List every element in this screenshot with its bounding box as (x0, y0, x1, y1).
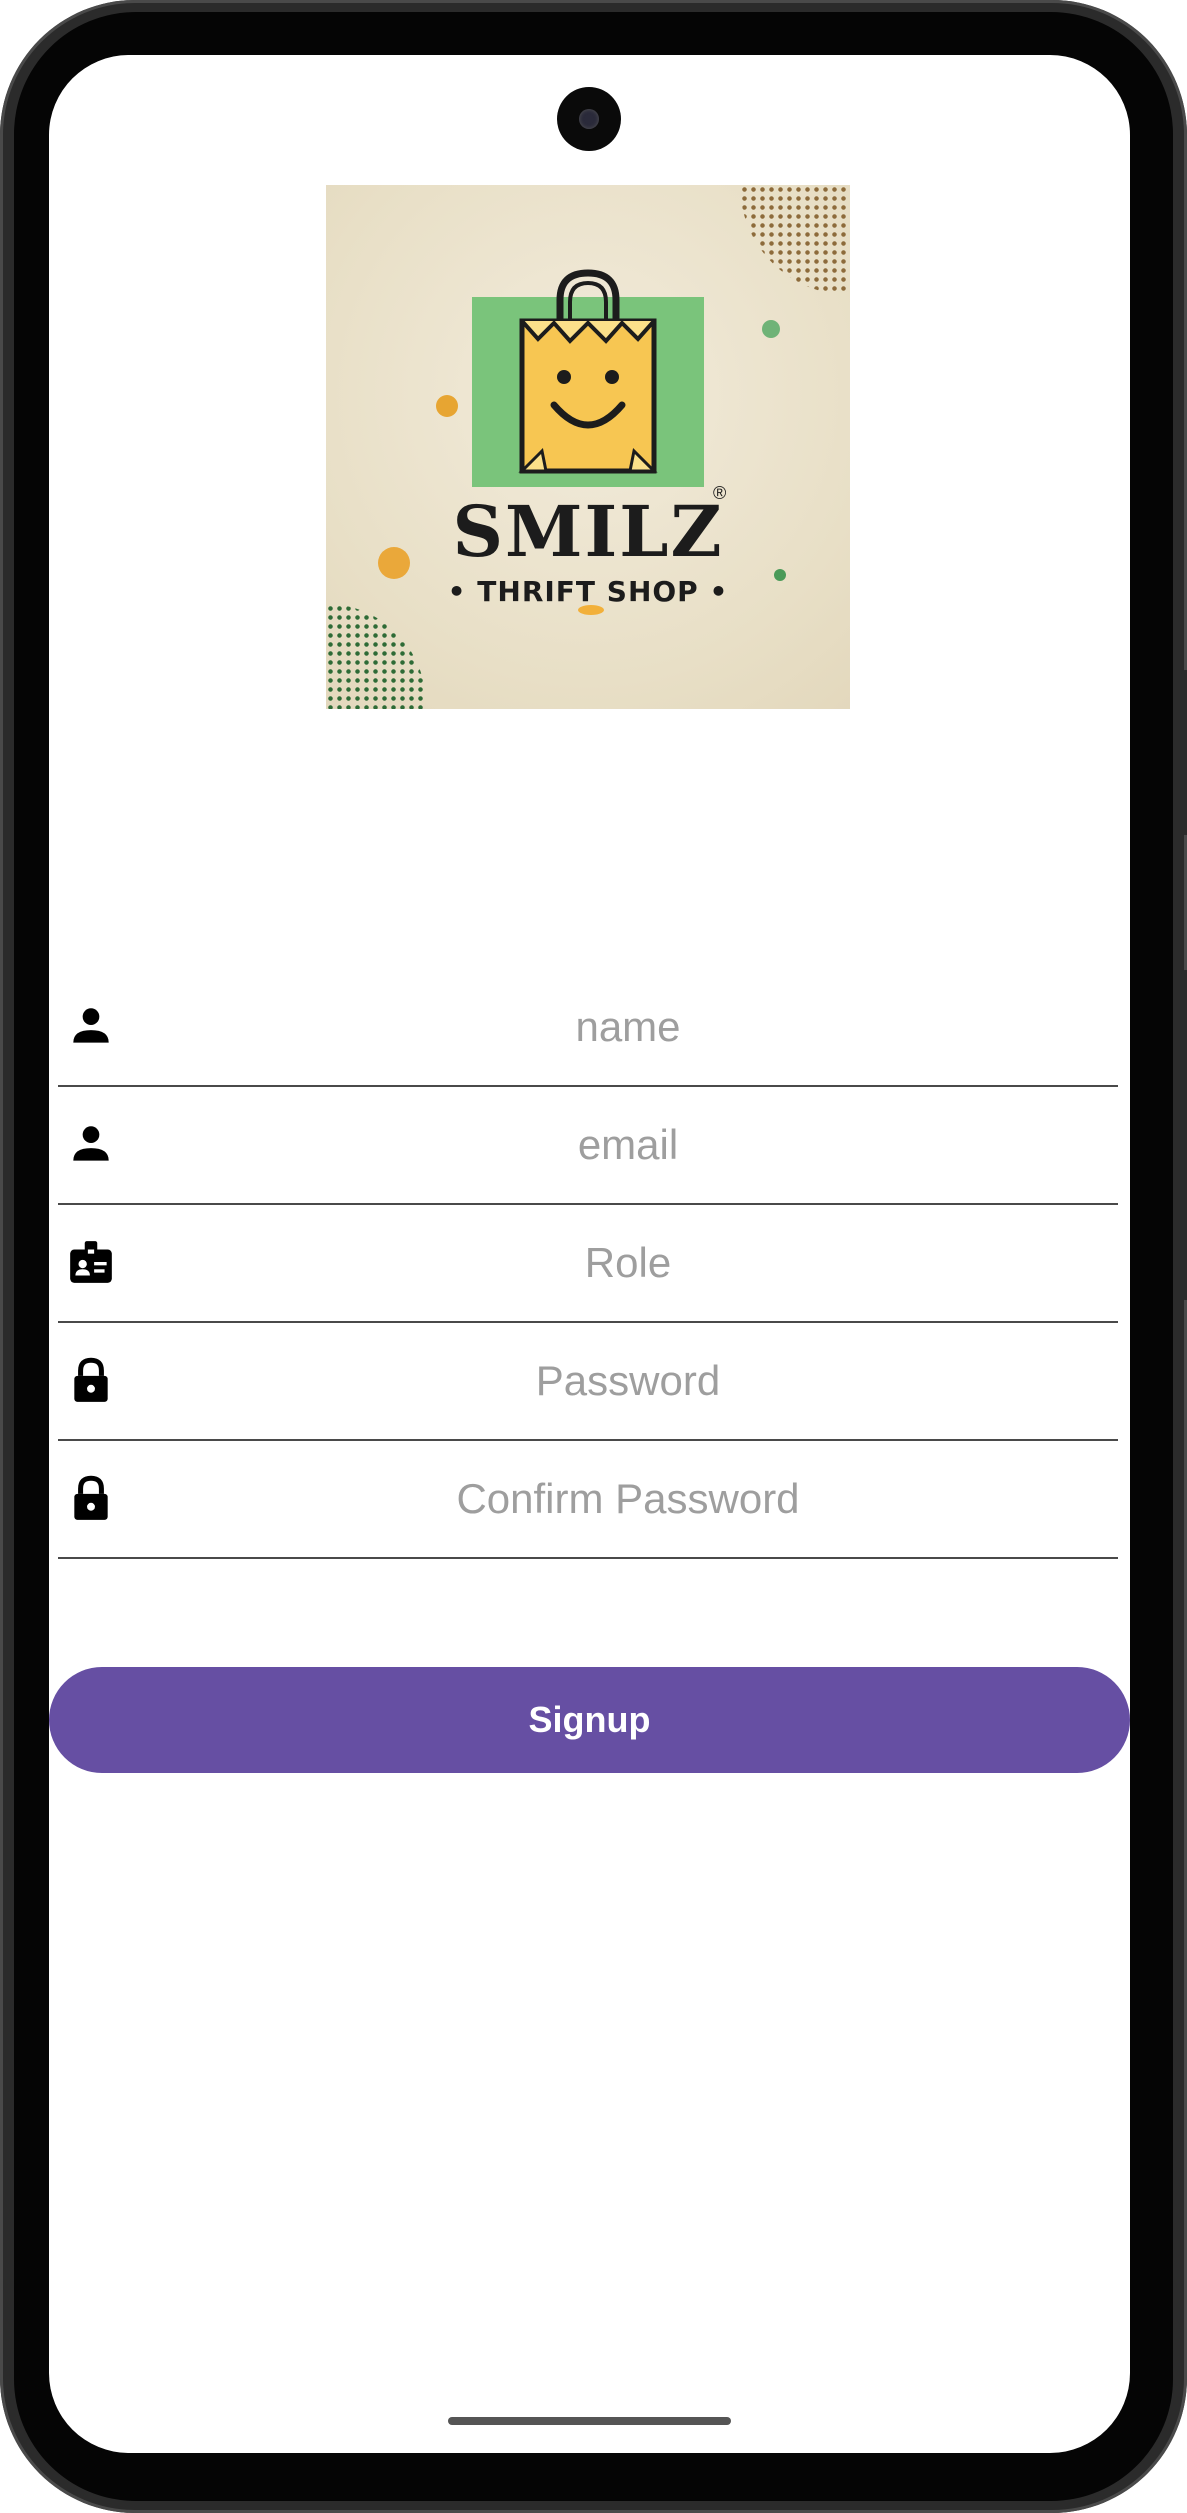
orange-dot (436, 395, 458, 417)
phone-frame: SMILZ ® • THRIFT SHOP • name email Role … (0, 0, 1187, 2513)
name-field (58, 967, 1118, 1087)
shopping-bag-icon (518, 269, 658, 474)
logo-subtitle: • THRIFT SHOP • (447, 575, 729, 608)
volume-button (1181, 670, 1187, 835)
power-button (1181, 970, 1187, 1300)
password-input[interactable] (138, 1349, 1118, 1413)
confirm-password-input[interactable] (138, 1467, 1118, 1531)
lock-icon (74, 1357, 108, 1402)
id-badge-icon (70, 1241, 112, 1283)
dots-decoration-bottom-left (326, 604, 426, 709)
lock-icon (74, 1475, 108, 1520)
person-icon (73, 1008, 109, 1043)
front-camera (557, 87, 621, 151)
dots-decoration-top-right (740, 185, 850, 295)
app-screen: SMILZ ® • THRIFT SHOP • name email Role … (49, 55, 1130, 2453)
confirm-password-field (58, 1439, 1118, 1559)
email-input[interactable] (138, 1113, 1118, 1177)
app-logo: SMILZ ® • THRIFT SHOP • (326, 185, 850, 709)
green-dot (762, 320, 780, 338)
logo-brand-name: SMILZ (452, 490, 724, 573)
email-field (58, 1085, 1118, 1205)
name-input[interactable] (138, 995, 1118, 1059)
password-field (58, 1321, 1118, 1441)
person-icon (73, 1126, 109, 1161)
home-indicator[interactable] (448, 2417, 731, 2425)
registered-mark: ® (713, 483, 727, 503)
role-input[interactable] (138, 1231, 1118, 1295)
role-field (58, 1203, 1118, 1323)
signup-button[interactable]: Signup (49, 1667, 1130, 1773)
